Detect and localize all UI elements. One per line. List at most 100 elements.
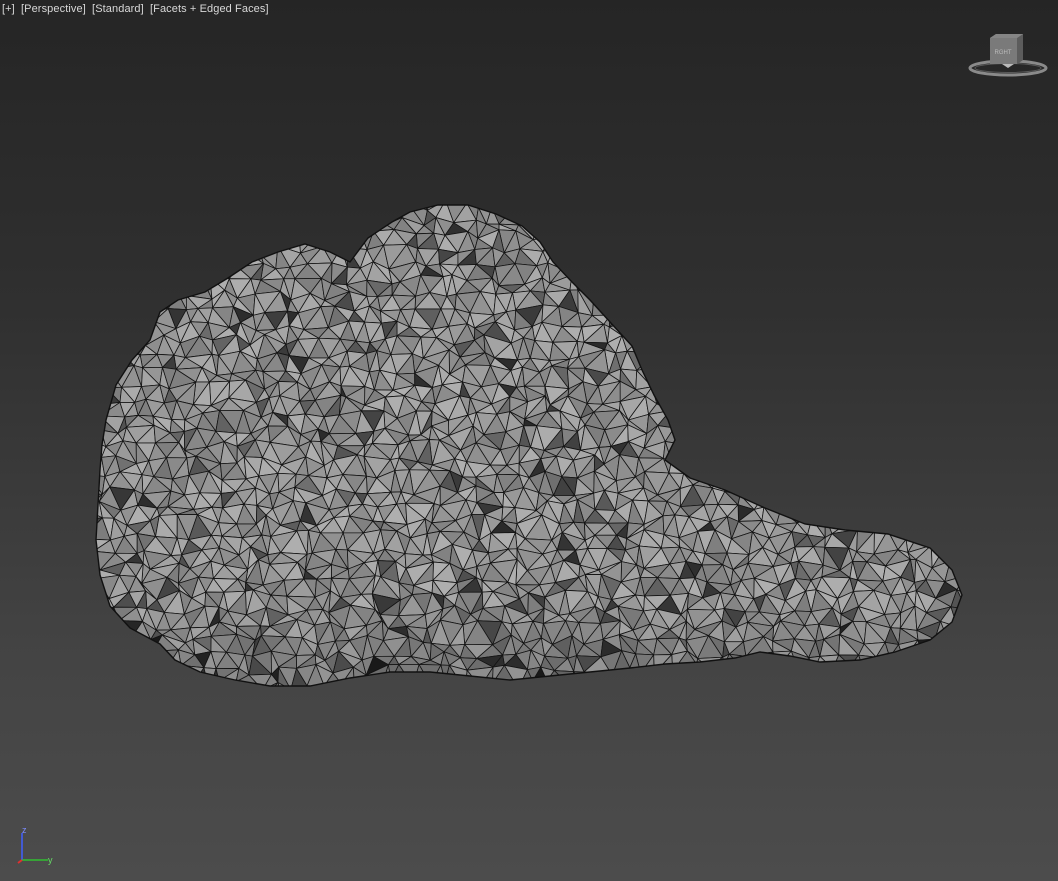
mesh-face bbox=[971, 635, 989, 655]
mesh-face bbox=[330, 185, 357, 204]
mesh-face bbox=[150, 248, 169, 268]
mesh-face bbox=[911, 387, 937, 402]
mesh-face bbox=[787, 339, 802, 354]
mesh-face bbox=[899, 338, 918, 356]
mesh-face bbox=[979, 500, 989, 515]
mesh-face bbox=[960, 635, 962, 657]
mesh-face bbox=[881, 208, 894, 225]
mesh-face bbox=[190, 688, 209, 699]
mesh-face bbox=[971, 290, 991, 315]
mesh-face bbox=[686, 431, 705, 446]
mesh-face bbox=[915, 219, 942, 239]
mesh-viewport-canvas[interactable] bbox=[0, 0, 1058, 881]
mesh-face bbox=[536, 205, 557, 206]
mesh-face bbox=[465, 687, 480, 704]
mesh-face bbox=[967, 246, 975, 260]
mesh-face bbox=[847, 335, 873, 356]
mesh-face bbox=[647, 325, 668, 345]
mesh-face bbox=[728, 674, 752, 684]
mesh-face bbox=[908, 349, 917, 366]
mesh-face bbox=[271, 222, 299, 239]
mesh-face bbox=[107, 296, 130, 315]
mesh-face bbox=[746, 278, 766, 299]
mesh-face bbox=[80, 591, 91, 610]
mesh-face bbox=[811, 457, 829, 478]
mesh-face bbox=[297, 188, 307, 204]
mesh-face bbox=[898, 267, 927, 278]
mesh-face bbox=[979, 668, 1002, 689]
mesh-face bbox=[740, 252, 749, 271]
mesh-face bbox=[964, 479, 981, 489]
mesh-face bbox=[884, 443, 908, 463]
mesh-face bbox=[935, 515, 944, 534]
mesh-face bbox=[742, 297, 757, 315]
mesh-face bbox=[849, 427, 872, 448]
mesh-face bbox=[726, 338, 744, 354]
mesh-face bbox=[763, 471, 786, 485]
mesh-face bbox=[854, 499, 871, 518]
mesh-face bbox=[762, 385, 785, 404]
mesh-face bbox=[728, 682, 752, 686]
mesh-face bbox=[666, 305, 682, 327]
mesh-face bbox=[662, 304, 675, 327]
mesh-face bbox=[906, 681, 918, 686]
mesh-face bbox=[821, 426, 835, 450]
mesh-face bbox=[643, 689, 659, 701]
mesh-face bbox=[894, 398, 913, 414]
mesh-face bbox=[416, 695, 435, 714]
mesh-face bbox=[711, 414, 723, 434]
mesh-face bbox=[972, 576, 986, 598]
mesh-face bbox=[805, 415, 825, 432]
mesh-face bbox=[763, 484, 780, 508]
mesh-face bbox=[667, 703, 685, 718]
mesh-face bbox=[849, 291, 866, 309]
mesh-face bbox=[861, 697, 882, 719]
mesh-face bbox=[772, 650, 792, 667]
mesh-face bbox=[973, 562, 983, 576]
mesh-face bbox=[915, 349, 946, 367]
mesh-face bbox=[149, 275, 166, 292]
mesh-face bbox=[959, 488, 962, 505]
mesh-face bbox=[96, 215, 119, 235]
mesh-face bbox=[723, 220, 745, 233]
mesh-face bbox=[346, 699, 361, 719]
mesh-face bbox=[590, 191, 604, 201]
mesh-face bbox=[177, 279, 187, 296]
mesh-face bbox=[532, 704, 553, 718]
mesh-face bbox=[613, 681, 640, 686]
mesh-face bbox=[966, 627, 993, 635]
mesh-face bbox=[975, 335, 1002, 358]
mesh-face bbox=[771, 232, 789, 251]
mesh-face bbox=[151, 650, 168, 670]
mesh-face bbox=[793, 700, 809, 715]
mesh-face bbox=[557, 208, 578, 218]
mesh-face bbox=[661, 671, 681, 686]
mesh-face bbox=[967, 260, 977, 285]
mesh-face bbox=[96, 642, 110, 656]
mesh-face bbox=[236, 696, 250, 714]
mesh-face bbox=[816, 307, 824, 326]
mesh-face bbox=[940, 219, 962, 235]
mesh-face bbox=[807, 403, 825, 417]
mesh-face bbox=[446, 186, 467, 203]
mesh-face bbox=[872, 253, 889, 271]
mesh-face bbox=[621, 217, 641, 233]
mesh-face bbox=[817, 364, 835, 387]
mesh-face bbox=[979, 313, 998, 320]
mesh-face bbox=[141, 192, 157, 204]
y-axis-label: y bbox=[48, 855, 53, 865]
mesh-face bbox=[629, 667, 642, 686]
mesh-face bbox=[765, 665, 789, 686]
mesh-object[interactable] bbox=[74, 185, 1012, 721]
mesh-face bbox=[194, 247, 218, 264]
mesh-face bbox=[630, 268, 647, 286]
mesh-face bbox=[351, 683, 364, 686]
mesh-face bbox=[434, 681, 453, 686]
mesh-face bbox=[450, 702, 469, 714]
mesh-face bbox=[981, 404, 992, 413]
mesh-face bbox=[814, 252, 839, 270]
mesh-face bbox=[921, 320, 940, 344]
mesh-face bbox=[877, 305, 903, 327]
perspective-viewport[interactable]: [+] [Perspective] [Standard] [Facets + E… bbox=[0, 0, 1058, 881]
mesh-face bbox=[854, 484, 871, 505]
